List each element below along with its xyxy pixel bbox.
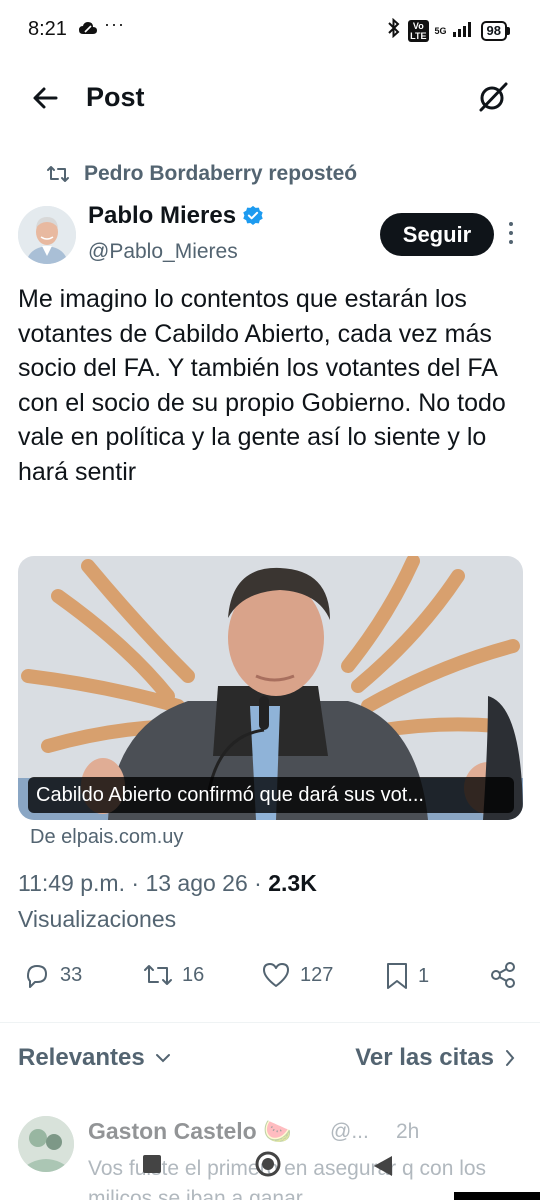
repost-count: 16 xyxy=(182,963,205,986)
status-more-dots: ··· xyxy=(104,14,125,34)
view-quotes-button[interactable]: Ver las citas xyxy=(355,1044,516,1072)
views-label[interactable]: Visualizaciones xyxy=(18,906,176,933)
author-name-text: Pablo Mieres xyxy=(88,202,237,229)
volte-badge: Vo LTE xyxy=(408,20,429,42)
volte-bottom: LTE xyxy=(410,31,427,41)
circle-icon xyxy=(255,1151,281,1177)
follow-button[interactable]: Seguir xyxy=(380,213,494,256)
signal-strength-icon xyxy=(452,21,475,42)
share-button[interactable] xyxy=(488,960,518,990)
square-icon xyxy=(143,1155,161,1173)
status-time: 8:21 xyxy=(28,18,67,40)
battery-icon: 98 xyxy=(480,21,510,41)
network-type: 5G xyxy=(434,25,447,36)
verified-badge-icon xyxy=(243,205,263,225)
like-button[interactable]: 127 xyxy=(260,960,333,990)
system-nav-bar xyxy=(0,1140,540,1200)
chevron-down-icon xyxy=(155,1054,170,1063)
views-count: 2.3K xyxy=(268,870,317,896)
repost-context[interactable]: Pedro Bordaberry reposteó xyxy=(46,162,357,186)
share-icon xyxy=(491,962,515,988)
heart-icon xyxy=(263,963,289,987)
grok-icon xyxy=(479,82,508,112)
volte-top: Vo xyxy=(412,21,424,31)
section-divider xyxy=(0,1022,540,1023)
repost-icon xyxy=(144,965,172,985)
recents-button[interactable] xyxy=(142,1154,162,1179)
sort-replies-button[interactable]: Relevantes xyxy=(18,1044,171,1072)
reply-button[interactable]: 33 xyxy=(22,960,82,990)
back-button[interactable] xyxy=(30,82,62,114)
post-time: 11:49 p.m. xyxy=(18,870,125,896)
arrow-left-icon xyxy=(33,87,58,109)
grok-button[interactable] xyxy=(476,80,510,114)
bookmark-button[interactable]: 1 xyxy=(384,960,429,992)
sort-label: Relevantes xyxy=(18,1044,145,1071)
battery-level: 98 xyxy=(480,21,507,41)
more-options-button[interactable] xyxy=(506,222,516,248)
status-bar: 8:21 ··· Vo LTE 5G 98 xyxy=(0,0,540,60)
author-handle[interactable]: @Pablo_Mieres xyxy=(88,240,238,264)
quotes-label: Ver las citas xyxy=(355,1044,494,1071)
link-card-source[interactable]: De elpais.com.uy xyxy=(30,826,183,849)
top-app-bar: Post xyxy=(0,70,540,128)
post-timestamp: 11:49 p.m. · 13 ago 26 · 2.3K xyxy=(18,870,317,896)
back-nav-button[interactable] xyxy=(372,1154,394,1183)
author-name[interactable]: Pablo Mieres xyxy=(88,202,264,230)
bluetooth-icon xyxy=(386,17,402,44)
author-avatar[interactable] xyxy=(18,206,76,264)
repost-button[interactable]: 16 xyxy=(142,960,204,990)
triangle-back-icon xyxy=(374,1156,392,1176)
home-button[interactable] xyxy=(254,1150,282,1183)
reply-icon xyxy=(27,965,47,988)
post-action-bar: 33 16 127 1 xyxy=(0,960,540,1004)
reply-count: 33 xyxy=(60,963,83,986)
repost-icon xyxy=(47,166,69,182)
like-count: 127 xyxy=(300,963,334,986)
post-text: Me imagino lo contentos que estarán los … xyxy=(18,285,506,486)
chevron-right-icon xyxy=(506,1050,515,1066)
post-date: 13 ago 26 xyxy=(145,870,248,896)
bookmark-count: 1 xyxy=(418,964,430,987)
link-card-title: Cabildo Abierto confirmó que dará sus vo… xyxy=(28,777,514,813)
gesture-pill xyxy=(454,1192,540,1200)
status-indicators: Vo LTE 5G 98 xyxy=(386,17,510,44)
bookmark-icon xyxy=(387,963,407,989)
cloud-sync-icon xyxy=(78,20,98,41)
page-title: Post xyxy=(86,82,145,112)
repost-label: Pedro Bordaberry reposteó xyxy=(84,162,358,185)
